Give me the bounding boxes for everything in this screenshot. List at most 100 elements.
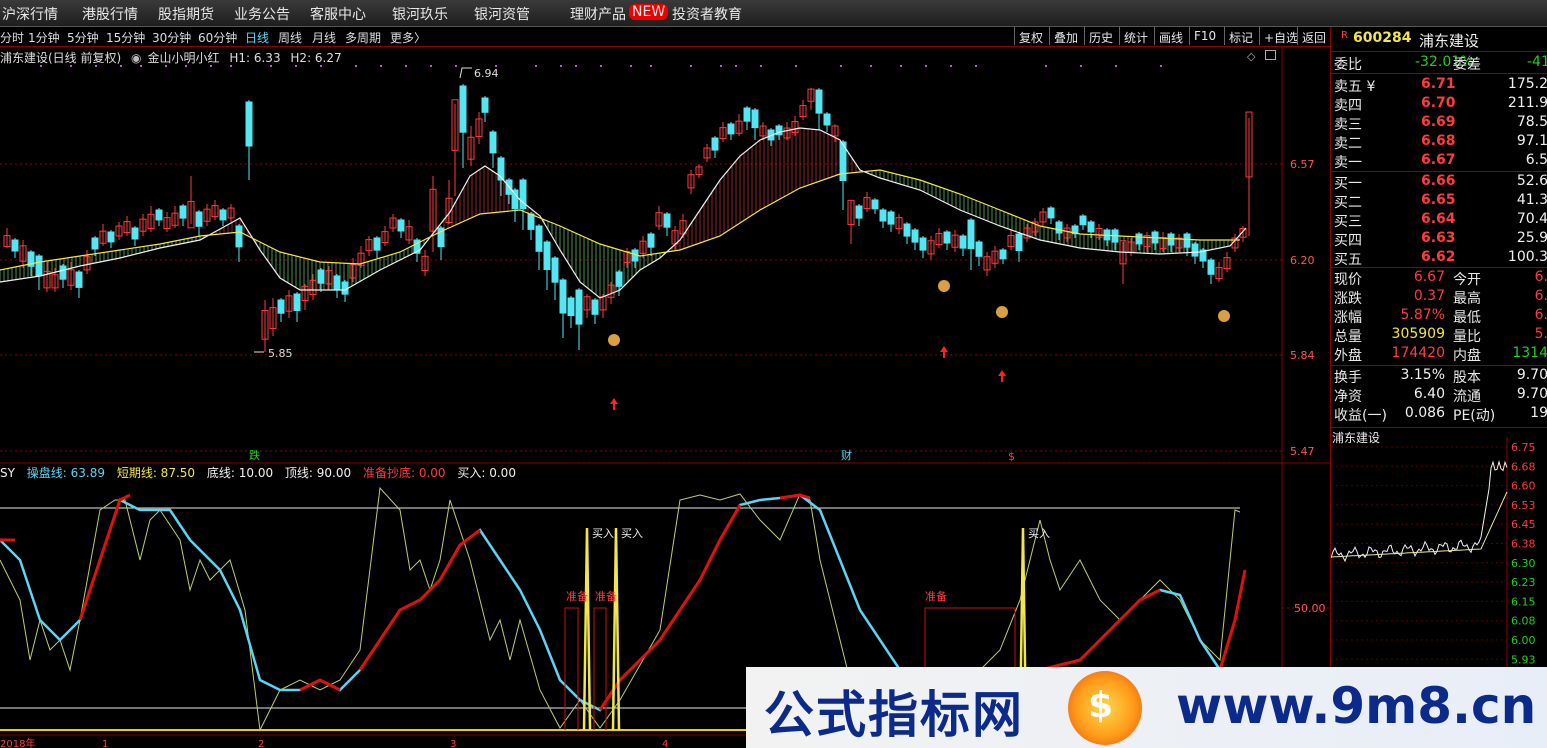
diejia-button[interactable]: 叠加 (1049, 27, 1082, 45)
stat-row: 收益(一) 0.086 PE(动) 19 (1334, 405, 1547, 424)
buy-row[interactable]: 买五 6.62 100.3 (1331, 249, 1547, 268)
buy-arrow-icon[interactable] (940, 346, 948, 358)
new-badge: NEW (629, 4, 669, 20)
candle-body (277, 299, 285, 314)
nav-item-hushen[interactable]: 沪深行情 (2, 4, 58, 24)
tongji-button[interactable]: 统计 (1119, 27, 1152, 45)
period-15min[interactable]: 15分钟 (106, 29, 145, 46)
candle-body (235, 225, 243, 248)
event-cai[interactable]: 财 (841, 448, 852, 462)
mini-axis-label: 6.30 (1511, 557, 1536, 570)
sell-row[interactable]: 卖二 6.68 97.1 (1331, 133, 1547, 152)
nav-item-ganggu[interactable]: 港股行情 (82, 4, 138, 24)
candle-body (489, 131, 497, 154)
stat-row: 总量 305909 量比 5. (1334, 326, 1547, 345)
time-axis-1: 1 (102, 739, 108, 748)
price-axis-2: 6.20 (1290, 254, 1315, 267)
ind-zhunbei: 准备抄底: 0.00 (362, 466, 446, 480)
buy-row[interactable]: 买三 6.64 70.4 (1331, 211, 1547, 230)
candle-body (155, 209, 163, 221)
period-day[interactable]: 日线 (245, 29, 269, 46)
sell-row[interactable]: 卖三 6.69 78.5 (1331, 114, 1547, 133)
money-bag-icon[interactable] (608, 334, 620, 346)
buy-row[interactable]: 买二 6.65 41.3 (1331, 192, 1547, 211)
candle-body (11, 239, 19, 252)
ind-caopan: 操盘线: 63.89 (26, 466, 105, 480)
candle-body (481, 97, 489, 113)
ind-name[interactable]: SY (0, 466, 15, 480)
buy-row[interactable]: 买四 6.63 25.9 (1331, 230, 1547, 249)
operation-line-up (1039, 588, 1161, 672)
lishi-button[interactable]: 历史 (1084, 27, 1117, 45)
ind-dixian: 底线: 10.00 (206, 466, 274, 480)
candle-body (1207, 259, 1215, 275)
event-die[interactable]: 跌 (249, 448, 260, 462)
mini-axis-label: 6.60 (1511, 480, 1536, 493)
nav-item-kefu[interactable]: 客服中心 (310, 4, 366, 24)
operation-line-up (358, 528, 481, 671)
watermark-logo-icon: $ (1068, 671, 1142, 745)
nav-item-jiule[interactable]: 银河玖乐 (392, 4, 448, 24)
period-multi[interactable]: 多周期 (345, 29, 381, 46)
candle-body (743, 107, 751, 122)
nav-item-ziguan[interactable]: 银河资管 (474, 4, 530, 24)
buy-row[interactable]: 买一 6.66 52.6 (1331, 173, 1547, 192)
candle-body (107, 231, 115, 243)
time-axis-year: 2018年 (0, 737, 35, 748)
stat-row: 涨跌 0.37 最高 6. (1334, 288, 1547, 307)
sell-row[interactable]: 卖一 6.67 6.5 (1331, 152, 1547, 171)
nav-item-licai[interactable]: 理财产品 (570, 4, 626, 24)
candle-body (751, 109, 759, 129)
money-bag-icon[interactable] (996, 306, 1008, 318)
buy-arrow-icon[interactable] (610, 398, 618, 410)
candle-body (551, 257, 559, 283)
zixuan-button[interactable]: +自选 (1259, 27, 1302, 45)
fanhui-button[interactable]: 返回 (1297, 27, 1330, 45)
period-more[interactable]: 更多〉 (390, 29, 426, 46)
nav-item-guzhi[interactable]: 股指期货 (158, 4, 214, 24)
fuquan-button[interactable]: 复权 (1014, 27, 1047, 45)
period-month[interactable]: 月线 (312, 29, 336, 46)
sell-row[interactable]: 卖五 ¥6.71 175.2 (1331, 76, 1547, 95)
candle-body (1167, 233, 1175, 246)
biaoji-button[interactable]: 标记 (1224, 27, 1257, 45)
candle-body (615, 271, 623, 287)
ind-dingxian: 顶线: 90.00 (284, 466, 352, 480)
nav-item-jiaoyu[interactable]: 投资者教育 (672, 4, 742, 24)
time-axis-4: 4 (662, 739, 668, 748)
period-5min[interactable]: 5分钟 (67, 29, 99, 46)
operation-line-up (299, 678, 341, 692)
ma-white-line (0, 127, 1247, 299)
money-bag-icon[interactable] (1218, 310, 1230, 322)
candle-body (1015, 233, 1023, 251)
candle-body (341, 281, 349, 295)
candle-body (1135, 233, 1143, 245)
mini-axis-label: 6.08 (1511, 615, 1536, 628)
candle-body (663, 213, 671, 228)
candle-body (527, 213, 535, 230)
buy-arrow-icon[interactable] (998, 370, 1006, 382)
candle-body (727, 123, 735, 135)
ind-mairu: 买入: 0.00 (457, 466, 516, 480)
high-marker (459, 67, 472, 79)
mini-axis-label: 6.45 (1511, 518, 1536, 531)
sell-row[interactable]: 卖四 6.70 211.9 (1331, 95, 1547, 114)
time-axis-2: 2 (258, 739, 264, 748)
nav-item-gonggao[interactable]: 业务公告 (234, 4, 290, 24)
candle-body (567, 297, 575, 317)
watermark-text-left: 公式指标网 (764, 686, 1024, 744)
period-1min[interactable]: 1分钟 (28, 29, 60, 46)
ind-axis-50: 50.00 (1294, 602, 1326, 615)
period-30min[interactable]: 30分钟 (152, 29, 191, 46)
period-fenshi[interactable]: 分时 (0, 29, 24, 46)
period-week[interactable]: 周线 (278, 29, 302, 46)
candle-body (91, 237, 99, 250)
event-dollar[interactable]: $ (1008, 450, 1015, 463)
f10-button[interactable]: F10 (1189, 27, 1220, 45)
candle-body (943, 231, 951, 244)
money-bag-icon[interactable] (938, 280, 950, 292)
huaxian-button[interactable]: 画线 (1154, 27, 1187, 45)
mini-axis-label: 6.15 (1511, 595, 1536, 608)
period-60min[interactable]: 60分钟 (198, 29, 237, 46)
candle-body (903, 223, 911, 237)
